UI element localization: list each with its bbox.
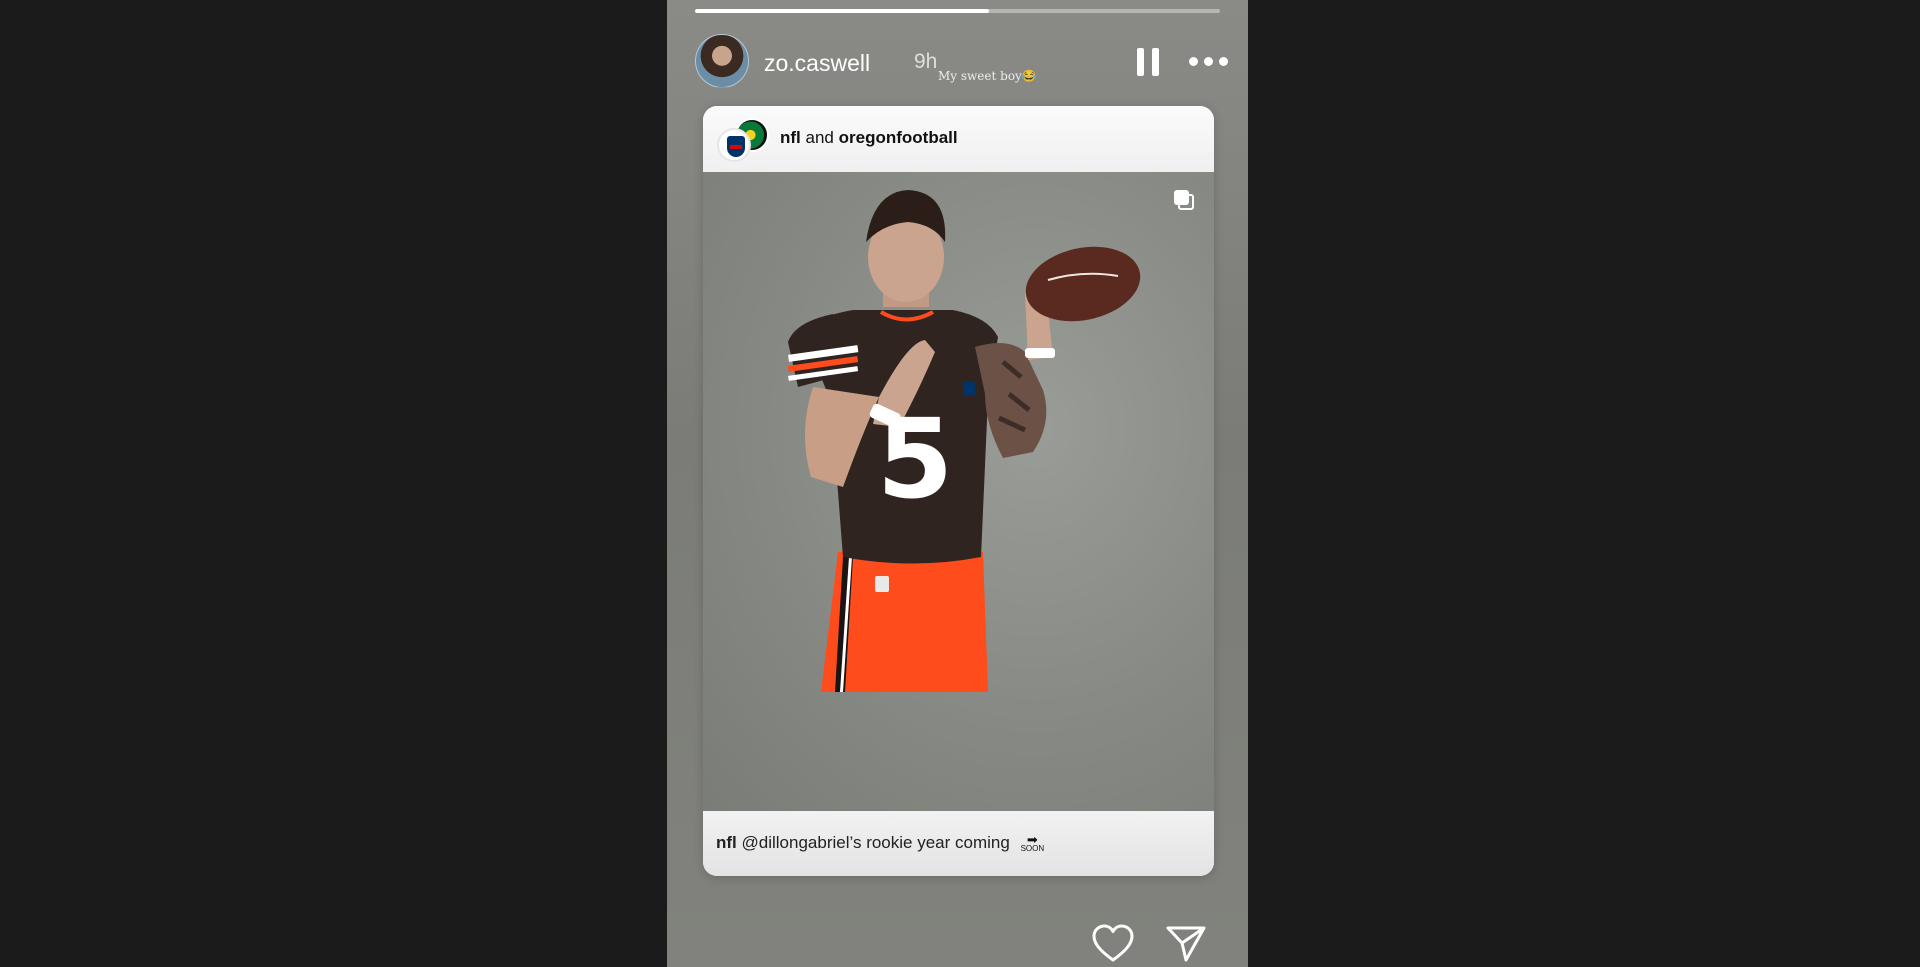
nfl-logo-icon xyxy=(717,128,751,162)
send-icon[interactable] xyxy=(1164,924,1208,964)
more-options-icon[interactable] xyxy=(1189,52,1229,72)
shared-post-header: nfl and oregonfootball xyxy=(703,106,1214,172)
soon-arrow-icon: ➡ SOON xyxy=(1020,833,1045,854)
story-progress-bar xyxy=(695,9,1220,13)
collab-avatars[interactable] xyxy=(715,112,775,166)
author-username[interactable]: zo.caswell xyxy=(764,50,870,77)
carousel-multi-icon xyxy=(1174,190,1194,210)
story-header: zo.caswell 9h My sweet boy😂 xyxy=(695,34,1228,90)
caption-username[interactable]: nfl xyxy=(716,833,737,852)
pause-icon[interactable] xyxy=(1137,48,1159,76)
caption-body: @dillongabriel’s rookie year coming xyxy=(741,833,1010,852)
soon-label: SOON xyxy=(1020,844,1045,854)
story-progress-fill xyxy=(695,9,989,13)
collab-user-oregonfootball[interactable]: oregonfootball xyxy=(839,128,958,147)
collab-accounts[interactable]: nfl and oregonfootball xyxy=(780,128,958,148)
story-caption: My sweet boy😂 xyxy=(938,69,1037,83)
post-photo[interactable]: 5 xyxy=(703,172,1214,811)
collab-join: and xyxy=(805,128,834,147)
author-avatar[interactable] xyxy=(695,34,749,88)
shared-post-caption: nfl @dillongabriel’s rookie year coming … xyxy=(703,811,1214,876)
heart-icon[interactable] xyxy=(1091,924,1135,964)
story-viewer[interactable]: zo.caswell 9h My sweet boy😂 nfl and oreg… xyxy=(667,0,1248,967)
collab-user-nfl[interactable]: nfl xyxy=(780,128,801,147)
jersey-number: 5 xyxy=(877,395,954,523)
player-illustration: 5 xyxy=(787,190,1141,692)
shared-post-card[interactable]: nfl and oregonfootball 5 nfl @dillongabr… xyxy=(703,106,1214,876)
story-timestamp: 9h xyxy=(914,50,938,73)
post-caption-text: nfl @dillongabriel’s rookie year coming … xyxy=(716,833,1044,853)
